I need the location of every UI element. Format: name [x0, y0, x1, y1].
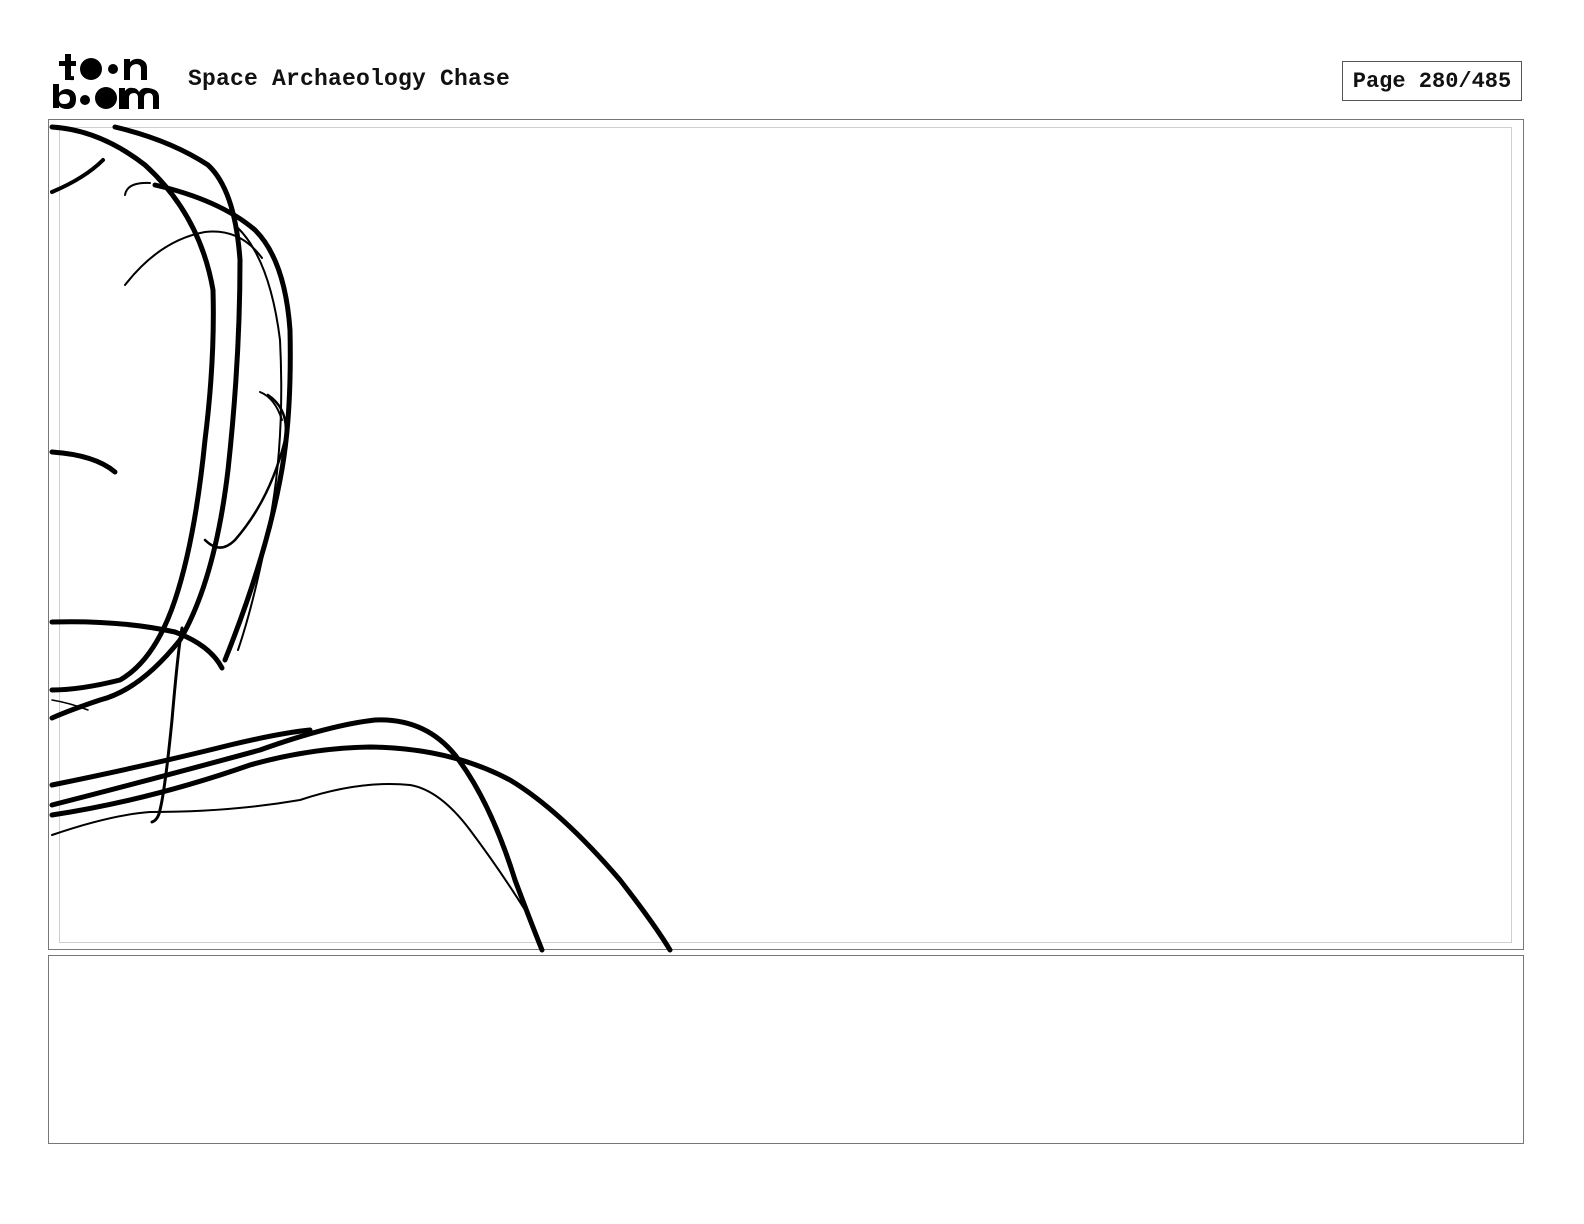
page-number: Page 280/485 [1352, 68, 1512, 94]
caption-area[interactable] [48, 955, 1524, 1144]
page-number-box: Page 280/485 [1342, 61, 1522, 101]
project-title: Space Archaeology Chase [188, 66, 511, 92]
storyboard-panel-safe-area [59, 127, 1512, 943]
toon-boom-logo [53, 54, 159, 109]
